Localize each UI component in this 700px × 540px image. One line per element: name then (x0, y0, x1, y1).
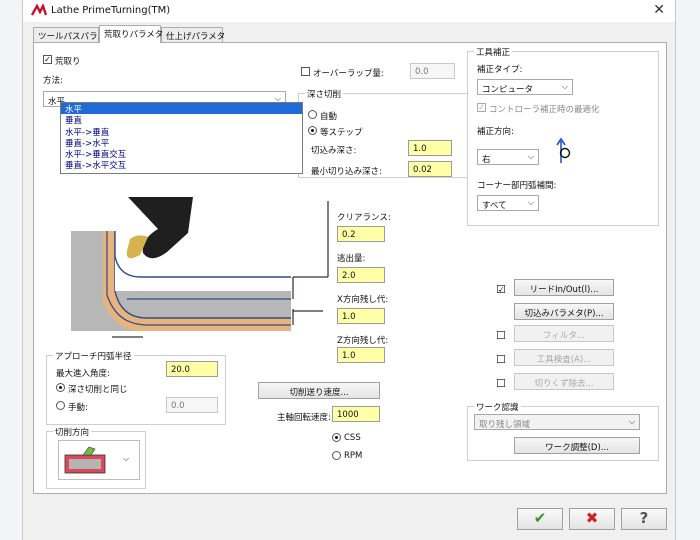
manual-radio[interactable] (56, 401, 65, 410)
close-button[interactable]: ✕ (653, 2, 665, 18)
dialog-window: Lathe PrimeTurning(TM) ✕ ツールパスパラメタ 荒取りパラ… (22, 0, 676, 540)
tool-inspect-checkbox[interactable]: ☐ (496, 353, 506, 366)
clearance-label: クリアランス: (337, 213, 391, 223)
tab-toolpath-params[interactable]: ツールパスパラメタ (33, 27, 114, 42)
method-dropdown-list: 水平 垂直 水平->垂直 垂直->水平 水平->垂直交互 垂直->水平交互 (60, 102, 303, 174)
depth-label: 切込み深さ: (311, 146, 357, 156)
overlap-field[interactable]: 0.0 (410, 63, 455, 79)
chip-break-checkbox[interactable]: ☐ (496, 377, 506, 390)
corner-value: すべて (482, 201, 507, 211)
lead-in-out-button[interactable]: リードIn/Out(l)... (514, 279, 614, 296)
equal-step-radio[interactable] (308, 126, 317, 135)
method-option[interactable]: 水平->垂直 (61, 126, 302, 138)
cut-direction-icon (64, 446, 106, 474)
lead-in-out-checkbox[interactable]: ☑ (496, 283, 506, 296)
equal-step-label: 等ステップ (320, 128, 363, 138)
title-bar: Lathe PrimeTurning(TM) ✕ (23, 0, 675, 22)
spindle-label: 主軸回転速度: (277, 413, 331, 423)
plunge-params-button[interactable]: 切込みパラメタ(P)... (514, 303, 614, 320)
cut-direction-title: 切削方向 (53, 426, 92, 438)
min-depth-field[interactable]: 0.02 (408, 161, 452, 177)
comp-direction-icon (556, 137, 571, 163)
optimize-label: コントローラ補正時の最適化 (489, 105, 600, 115)
comp-direction-label: 補正方向: (477, 127, 514, 137)
rpm-label: RPM (344, 451, 363, 461)
chevron-down-icon: ⌵ (527, 198, 534, 207)
method-option[interactable]: 垂直->水平 (61, 137, 302, 149)
feed-rate-button[interactable]: 切削送り速度... (258, 382, 380, 399)
method-option[interactable]: 垂直 (61, 114, 302, 126)
manual-field[interactable]: 0.0 (166, 397, 218, 413)
filter-button[interactable]: フィルタ... (514, 325, 614, 342)
comp-type-label: 補正タイプ: (477, 65, 523, 75)
stock-recognition-value: 取り残し領域 (479, 420, 531, 430)
clearance-field[interactable]: 0.2 (337, 226, 385, 242)
max-angle-label: 最大進入角度: (56, 369, 110, 379)
stock-recognition-dropdown[interactable]: 取り残し領域 ⌵ (474, 414, 640, 430)
same-as-depth-radio[interactable] (56, 383, 65, 392)
roughing-diagram (71, 197, 329, 338)
cut-direction-selector[interactable]: ⌵ (58, 440, 140, 480)
z-stock-field[interactable]: 1.0 (337, 347, 385, 363)
z-stock-label: Z方向残し代: (337, 336, 389, 346)
retract-field[interactable]: 2.0 (337, 267, 385, 283)
auto-radio[interactable] (308, 110, 317, 119)
spindle-field[interactable]: 1000 (332, 406, 380, 422)
stock-recognition-title: ワーク認識 (474, 401, 521, 413)
overlap-checkbox[interactable] (301, 67, 310, 76)
help-button[interactable]: ? (621, 508, 667, 530)
method-label: 方法: (43, 76, 63, 86)
tool-inspect-button[interactable]: 工具検査(A)... (514, 349, 614, 366)
comp-type-value: コンピュータ (482, 85, 534, 95)
depth-of-cut-title: 深さ切削 (305, 88, 344, 100)
css-label: CSS (344, 433, 361, 443)
x-stock-label: X方向残し代: (337, 295, 389, 305)
chevron-down-icon: ⌵ (628, 417, 635, 426)
max-angle-field[interactable]: 20.0 (166, 361, 218, 377)
depth-field[interactable]: 1.0 (408, 140, 452, 156)
chip-break-button[interactable]: 切りくず除去... (514, 373, 614, 390)
approach-arc-title: アプローチ円弧半径 (53, 350, 134, 362)
rpm-radio[interactable] (332, 451, 341, 460)
chevron-down-icon: ⌵ (527, 152, 534, 161)
comp-type-dropdown[interactable]: コンピュータ ⌵ (477, 79, 573, 95)
retract-label: 逃出量: (337, 254, 366, 264)
tab-finish-params[interactable]: 仕上げパラメタ (161, 27, 225, 42)
manual-label: 手動: (68, 403, 88, 413)
same-as-depth-label: 深さ切削と同じ (68, 385, 128, 395)
overlap-label: オーバーラップ量: (313, 69, 384, 79)
filter-checkbox[interactable]: ☐ (496, 329, 506, 342)
optimize-checkbox[interactable]: ✓ (477, 103, 486, 112)
tab-rough-params[interactable]: 荒取りパラメタ (99, 25, 163, 43)
min-depth-label: 最小切り込み深さ: (311, 167, 382, 177)
chevron-down-icon: ⌵ (561, 82, 568, 91)
css-radio[interactable] (332, 433, 341, 442)
comp-direction-dropdown[interactable]: 右 ⌵ (477, 149, 539, 165)
stock-adjust-button[interactable]: ワーク調整(D)... (514, 437, 640, 454)
ok-button[interactable]: ✔ (517, 508, 563, 530)
method-option[interactable]: 水平->垂直交互 (61, 148, 302, 160)
corner-dropdown[interactable]: すべて ⌵ (477, 195, 539, 211)
method-option[interactable]: 垂直->水平交互 (61, 159, 302, 171)
comp-direction-value: 右 (482, 155, 491, 165)
tool-comp-title: 工具補正 (474, 46, 513, 58)
app-logo-icon (31, 4, 47, 16)
rough-checkbox-label: 荒取り (55, 57, 81, 67)
window-title: Lathe PrimeTurning(TM) (51, 5, 171, 16)
corner-label: コーナー部円弧補間: (477, 181, 557, 191)
rough-checkbox[interactable]: ✓ (43, 55, 52, 64)
chevron-down-icon: ⌵ (123, 454, 130, 463)
cancel-button[interactable]: ✖ (569, 508, 615, 530)
x-stock-field[interactable]: 1.0 (337, 308, 385, 324)
auto-radio-label: 自動 (320, 112, 338, 122)
method-option[interactable]: 水平 (61, 103, 302, 115)
